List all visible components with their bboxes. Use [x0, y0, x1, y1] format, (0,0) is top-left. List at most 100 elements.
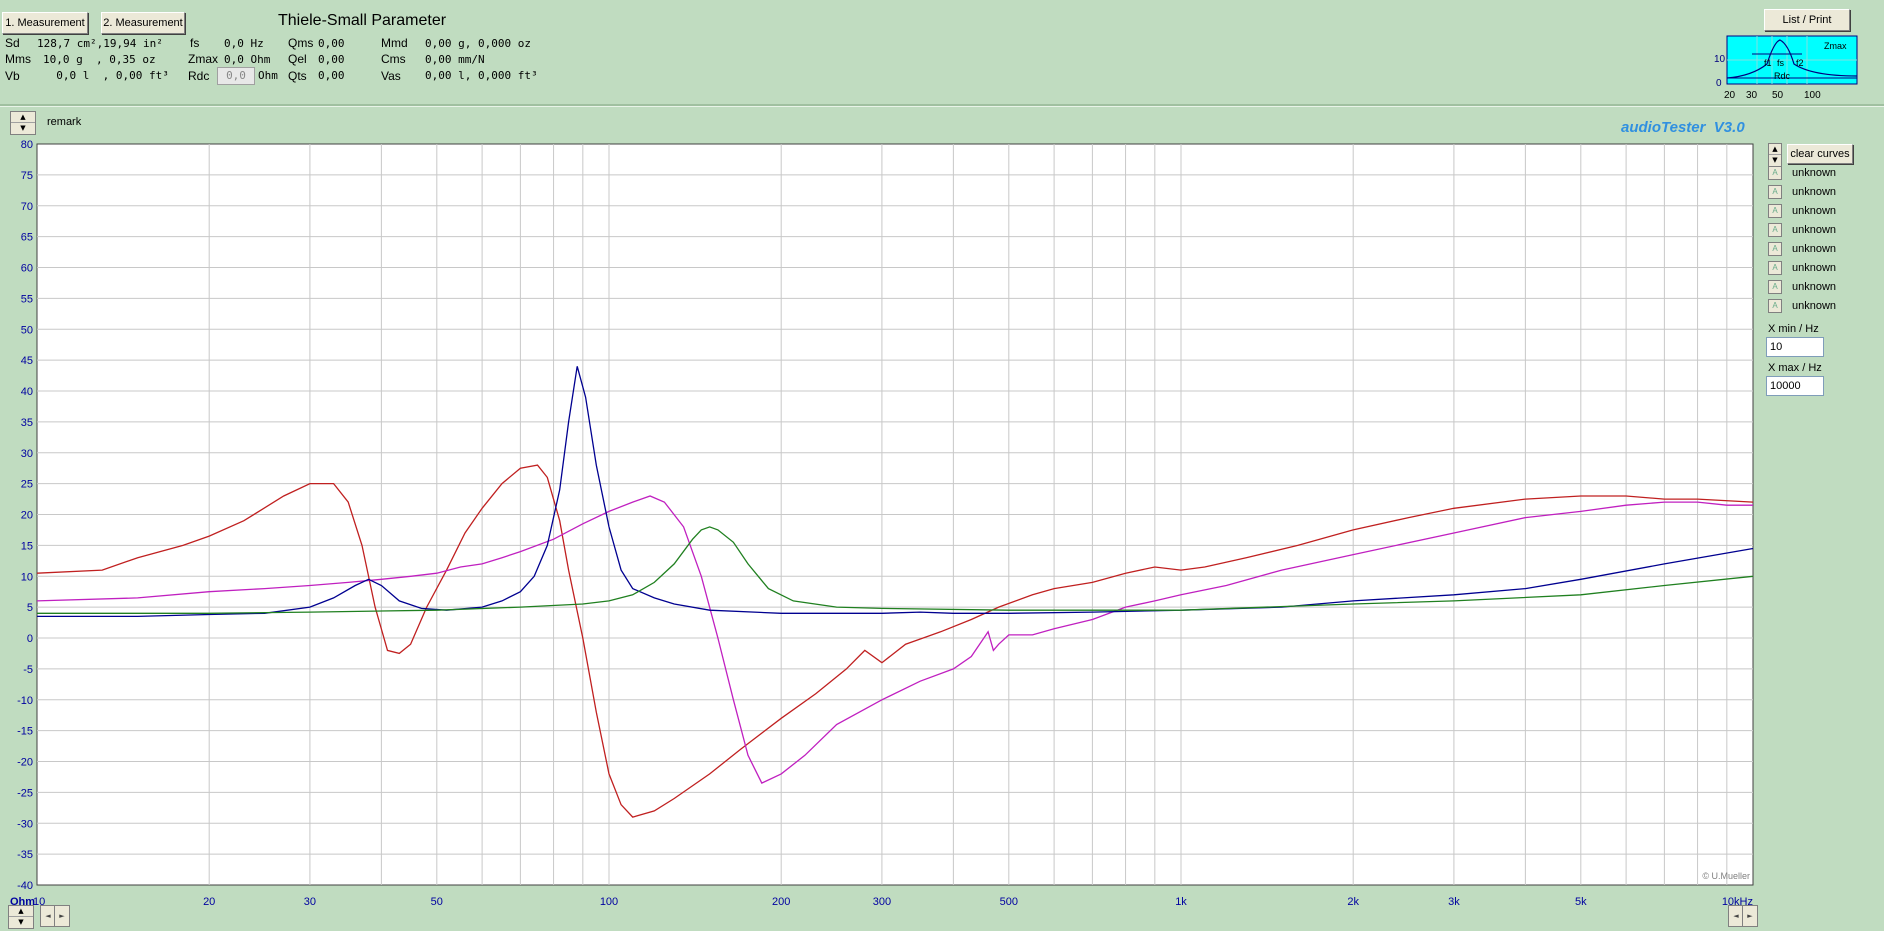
- curve-legend-item[interactable]: Aunknown: [1768, 259, 1836, 277]
- ts-label-qel: Qel: [288, 52, 307, 66]
- curve-legend-item[interactable]: Aunknown: [1768, 202, 1836, 220]
- curve-legend-label: unknown: [1792, 262, 1837, 274]
- curve-toggle-checkbox[interactable]: A: [1768, 223, 1782, 237]
- ts-value-qms: 0,00: [318, 37, 345, 50]
- curve-legend-item[interactable]: Aunknown: [1768, 278, 1836, 296]
- curve-legend-label: unknown: [1792, 300, 1837, 312]
- curve-legend-label: unknown: [1792, 186, 1837, 198]
- copyright-label: © U.Mueller: [1702, 871, 1750, 881]
- chevron-up-icon[interactable]: ▲: [11, 112, 35, 123]
- thumb-label-f2: f2: [1796, 58, 1804, 68]
- bottom-left-spinner[interactable]: ▲ ▼: [8, 905, 34, 929]
- y-tick-label: 75: [21, 170, 33, 182]
- xmin-input[interactable]: 10: [1766, 337, 1824, 357]
- ts-value-sd: 128,7 cm²,19,94 in²: [37, 37, 163, 50]
- ts-value-qel: 0,00: [318, 53, 345, 66]
- xmax-label: X max / Hz: [1768, 362, 1822, 374]
- curve-legend-item[interactable]: Aunknown: [1768, 221, 1836, 239]
- chevron-down-icon[interactable]: ▼: [9, 917, 33, 927]
- header-divider: [0, 104, 1884, 107]
- y-tick-label: 50: [21, 324, 33, 336]
- curve-toggle-checkbox[interactable]: A: [1768, 166, 1782, 180]
- chevron-up-icon[interactable]: ▲: [1769, 144, 1781, 155]
- measurement-2-button[interactable]: 2. Measurement: [101, 12, 185, 34]
- thumb-xtick-50: 50: [1772, 90, 1784, 101]
- remark-label: remark: [47, 116, 82, 128]
- curve-legend-item[interactable]: Aunknown: [1768, 240, 1836, 258]
- x-tick-label: 2k: [1347, 896, 1359, 908]
- y-tick-label: 15: [21, 540, 33, 552]
- y-tick-label: 45: [21, 355, 33, 367]
- ts-value-mms: 10,0 g , 0,35 oz: [43, 53, 156, 66]
- ts-label-mms: Mms: [5, 52, 31, 66]
- y-tick-label: 80: [21, 139, 33, 151]
- ts-value-vb: 0,0 l , 0,00 ft³: [43, 69, 169, 82]
- curve-toggle-checkbox[interactable]: A: [1768, 242, 1782, 256]
- x-tick-label: 300: [873, 896, 891, 908]
- chevron-down-icon[interactable]: ▼: [11, 123, 35, 133]
- thumb-ytick-10: 10: [1714, 54, 1726, 65]
- x-tick-label: 20: [203, 896, 215, 908]
- thumb-label-f1: f1: [1764, 58, 1772, 68]
- curve-legend-label: unknown: [1792, 205, 1837, 217]
- curve-legend-label: unknown: [1792, 281, 1837, 293]
- curve-legend-item[interactable]: Aunknown: [1768, 297, 1836, 315]
- scroll-right-icon[interactable]: ►: [1742, 905, 1758, 927]
- curve-toggle-checkbox[interactable]: A: [1768, 280, 1782, 294]
- ts-label-mmd: Mmd: [381, 36, 408, 50]
- chevron-up-icon[interactable]: ▲: [9, 906, 33, 917]
- measurement-1-button[interactable]: 1. Measurement: [2, 12, 88, 34]
- x-tick-label: 5k: [1575, 896, 1587, 908]
- x-tick-label: 500: [1000, 896, 1018, 908]
- y-tick-label: 10: [21, 571, 33, 583]
- curve-toggle-checkbox[interactable]: A: [1768, 204, 1782, 218]
- ts-unit-rdc: Ohm: [258, 69, 278, 82]
- ts-value-qts: 0,00: [318, 69, 345, 82]
- curve-legend-label: unknown: [1792, 224, 1837, 236]
- scroll-right-icon[interactable]: ►: [54, 905, 70, 927]
- ts-label-fs: fs: [190, 36, 200, 50]
- curve-toggle-checkbox[interactable]: A: [1768, 185, 1782, 199]
- y-tick-label: -40: [17, 880, 33, 892]
- x-tick-label: 50: [431, 896, 443, 908]
- y-tick-label: 65: [21, 232, 33, 244]
- impedance-plot[interactable]: 80757065605550454035302520151050-5-10-15…: [0, 135, 1760, 931]
- y-tick-label: -15: [17, 726, 33, 738]
- xmax-input[interactable]: 10000: [1766, 376, 1824, 396]
- curve-legend-item[interactable]: Aunknown: [1768, 183, 1836, 201]
- thumb-xtick-20: 20: [1724, 90, 1736, 101]
- ts-label-cms: Cms: [381, 52, 406, 66]
- y-tick-label: 60: [21, 263, 33, 275]
- clear-curves-button[interactable]: clear curves: [1787, 144, 1853, 164]
- thiele-small-title: Thiele-Small Parameter: [278, 12, 447, 29]
- ts-label-qts: Qts: [288, 69, 307, 83]
- y-tick-label: 5: [27, 602, 33, 614]
- ts-value-vas: 0,00 l, 0,000 ft³: [425, 69, 538, 82]
- y-tick-label: -20: [17, 757, 33, 769]
- ts-value-cms: 0,00 mm/N: [425, 53, 485, 66]
- ts-value-mmd: 0,00 g, 0,000 oz: [425, 37, 531, 50]
- thumb-label-rdc: Rdc: [1774, 71, 1791, 81]
- remark-spinner[interactable]: ▲ ▼: [10, 111, 36, 135]
- x-tick-label: 30: [304, 896, 316, 908]
- x-tick-label: 100: [600, 896, 618, 908]
- y-tick-label: 25: [21, 479, 33, 491]
- ts-value-fs: 0,0 Hz: [224, 37, 264, 50]
- y-tick-label: 20: [21, 510, 33, 522]
- y-tick-label: 30: [21, 448, 33, 460]
- curve-toggle-checkbox[interactable]: A: [1768, 261, 1782, 275]
- y-tick-label: -25: [17, 787, 33, 799]
- curve-legend-item[interactable]: Aunknown: [1768, 164, 1836, 182]
- ts-label-zmax: Zmax: [188, 52, 218, 66]
- list-print-button[interactable]: List / Print: [1764, 9, 1850, 31]
- xmin-label: X min / Hz: [1768, 323, 1819, 335]
- ts-label-qms: Qms: [288, 36, 314, 50]
- rdc-input[interactable]: 0,0: [217, 67, 255, 85]
- ts-label-sd: Sd: [5, 36, 20, 50]
- thumb-xtick-100: 100: [1804, 90, 1821, 101]
- ts-label-rdc: Rdc: [188, 69, 210, 83]
- app-brand: audioTester V3.0: [1621, 119, 1745, 136]
- curve-toggle-checkbox[interactable]: A: [1768, 299, 1782, 313]
- y-tick-label: 70: [21, 201, 33, 213]
- ts-thumbnail-diagram: f1 fs f2 Rdc Zmax 10 0 20 30 50 100: [1714, 35, 1858, 101]
